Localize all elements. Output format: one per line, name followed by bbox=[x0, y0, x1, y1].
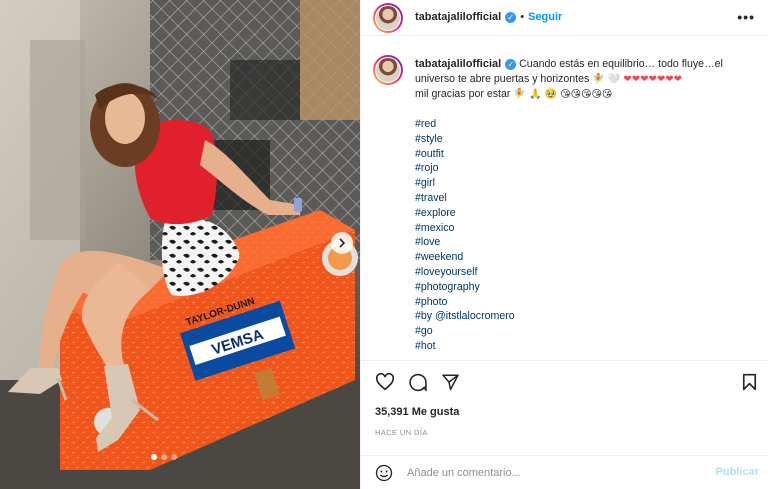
hashtag-link[interactable]: #hot bbox=[415, 339, 515, 354]
hashtag-link[interactable]: #mexico bbox=[415, 221, 515, 236]
photo-illustration: VEMSA TAYLOR-DUNN bbox=[0, 0, 360, 489]
post-photo[interactable]: VEMSA TAYLOR-DUNN bbox=[0, 0, 360, 489]
share-icon[interactable] bbox=[441, 373, 460, 391]
more-options-button[interactable]: ••• bbox=[737, 9, 755, 25]
hashtag-link[interactable]: #loveyourself bbox=[415, 265, 515, 280]
carousel-dot-active bbox=[151, 454, 157, 460]
hashtag-link[interactable]: #weekend bbox=[415, 250, 515, 265]
hashtag-link[interactable]: #photo bbox=[415, 295, 515, 310]
verified-icon: ✓ bbox=[505, 11, 517, 23]
chevron-right-icon bbox=[339, 238, 346, 248]
comments-section[interactable]: tabatajalilofficial ✓ Cuando estás en equ… bbox=[361, 36, 768, 358]
caption-emoji: 🧚 🤍 bbox=[592, 74, 621, 85]
caption: tabatajalilofficial ✓ Cuando estás en equ… bbox=[415, 57, 755, 102]
separator-dot: • bbox=[520, 11, 525, 23]
hashtag-link[interactable]: #love bbox=[415, 235, 515, 250]
bookmark-icon[interactable] bbox=[742, 373, 757, 391]
post-timestamp[interactable]: HACE UN DÍA bbox=[375, 428, 428, 437]
carousel-dot bbox=[171, 454, 177, 460]
comment-input[interactable] bbox=[407, 464, 697, 482]
post-header: tabatajalilofficial ✓ • Seguir ••• bbox=[361, 0, 768, 36]
carousel-indicator bbox=[151, 454, 177, 460]
caption-avatar[interactable] bbox=[373, 55, 403, 85]
hashtag-link[interactable]: #photography bbox=[415, 280, 515, 295]
username-link[interactable]: tabatajalilofficial bbox=[415, 11, 501, 23]
verified-icon: ✓ bbox=[505, 58, 517, 70]
hashtag-list: #red #style #outfit #rojo #girl #travel … bbox=[415, 117, 515, 354]
follow-button[interactable]: Seguir bbox=[528, 11, 562, 23]
action-bar bbox=[361, 360, 768, 400]
comment-icon[interactable] bbox=[408, 373, 428, 392]
likes-count[interactable]: 35,391 Me gusta bbox=[375, 406, 459, 418]
carousel-dot bbox=[161, 454, 167, 460]
caption-hearts: ❤❤❤❤❤❤❤ bbox=[623, 74, 682, 85]
hashtag-link[interactable]: #by @itstlalocromero bbox=[415, 309, 515, 324]
post-side-panel: tabatajalilofficial ✓ • Seguir ••• tabat… bbox=[360, 0, 768, 489]
caption-thanks: mil gracias por estar bbox=[415, 88, 511, 100]
hashtag-link[interactable]: #explore bbox=[415, 206, 515, 221]
heart-icon[interactable] bbox=[375, 373, 395, 391]
hashtag-link[interactable]: #girl bbox=[415, 176, 515, 191]
smiley-icon[interactable] bbox=[375, 464, 393, 482]
add-comment-bar: Publicar bbox=[361, 455, 768, 489]
hashtag-link[interactable]: #outfit bbox=[415, 147, 515, 162]
hashtag-link[interactable]: #style bbox=[415, 132, 515, 147]
caption-emoji-2: 🧚 🙏 🥹 😘😘😘😘😘 bbox=[513, 89, 613, 100]
avatar[interactable] bbox=[373, 3, 403, 33]
hashtag-link[interactable]: #rojo bbox=[415, 161, 515, 176]
caption-username[interactable]: tabatajalilofficial bbox=[415, 58, 501, 70]
carousel-next-button[interactable] bbox=[331, 232, 353, 254]
hashtag-link[interactable]: #red bbox=[415, 117, 515, 132]
hashtag-link[interactable]: #go bbox=[415, 324, 515, 339]
publish-button[interactable]: Publicar bbox=[716, 466, 759, 478]
hashtag-link[interactable]: #travel bbox=[415, 191, 515, 206]
